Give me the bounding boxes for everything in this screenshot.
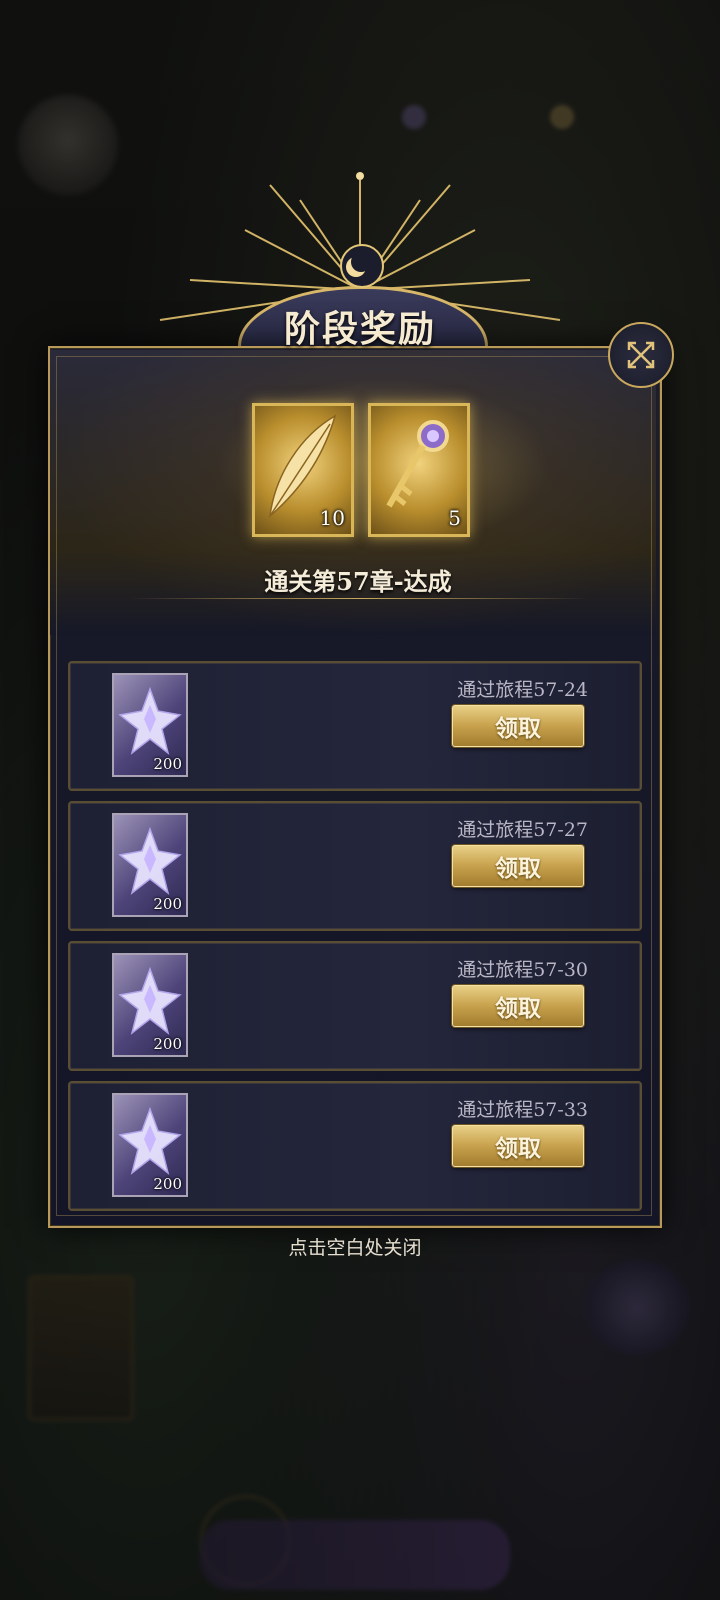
reward-row: 200 通过旅程57-33 领取 — [68, 1081, 642, 1211]
reward-row: 200 通过旅程57-27 领取 — [68, 801, 642, 931]
reward-count: 10 — [319, 506, 345, 530]
row-requirement: 通过旅程57-30 — [457, 959, 588, 981]
close-button[interactable] — [608, 322, 674, 388]
top-reward-feather[interactable]: 10 — [252, 403, 354, 537]
item-count: 200 — [153, 1175, 182, 1193]
item-count: 200 — [153, 895, 182, 913]
crescent-moon-icon — [340, 244, 384, 288]
claim-button[interactable]: 领取 — [452, 845, 584, 887]
item-count: 200 — [153, 1035, 182, 1053]
claim-button[interactable]: 领取 — [452, 985, 584, 1027]
close-hint: 点击空白处关闭 — [288, 1237, 422, 1259]
star-crystal-item[interactable]: 200 — [112, 673, 188, 777]
divider — [130, 598, 590, 599]
row-requirement: 通过旅程57-27 — [457, 819, 588, 841]
item-count: 200 — [153, 755, 182, 773]
claim-button[interactable]: 领取 — [452, 705, 584, 747]
claim-button[interactable]: 领取 — [452, 1125, 584, 1167]
star-crystal-item[interactable]: 200 — [112, 1093, 188, 1197]
reward-row: 200 通过旅程57-30 领取 — [68, 941, 642, 1071]
row-requirement: 通过旅程57-24 — [457, 679, 588, 701]
achievement-text: 通关第57章-达成 — [264, 567, 452, 596]
reward-count: 5 — [448, 506, 461, 530]
close-icon — [627, 341, 655, 369]
top-reward-key[interactable]: 5 — [368, 403, 470, 537]
row-requirement: 通过旅程57-33 — [457, 1099, 588, 1121]
reward-row: 200 通过旅程57-24 领取 — [68, 661, 642, 791]
dialog-title: 阶段奖励 — [283, 308, 436, 350]
star-crystal-item[interactable]: 200 — [112, 813, 188, 917]
star-crystal-item[interactable]: 200 — [112, 953, 188, 1057]
